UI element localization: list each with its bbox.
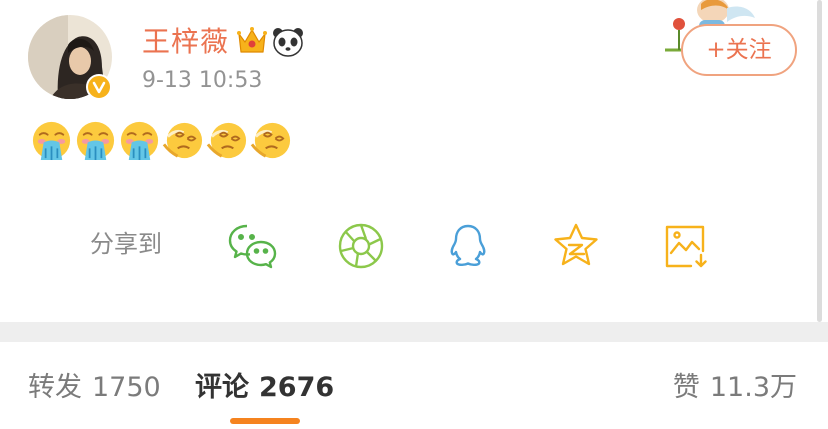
- tab-repost-label: 转发: [28, 372, 82, 403]
- tab-repost-count: 1750: [92, 372, 161, 403]
- vomit-emoji-icon: [120, 121, 159, 161]
- tab-comment-label: 评论: [195, 372, 249, 403]
- tab-comment-count: 2676: [259, 372, 335, 403]
- save-image-icon[interactable]: [661, 221, 711, 271]
- tab-like-label: 赞: [672, 372, 700, 403]
- active-tab-indicator: [230, 418, 300, 424]
- post-content: [30, 119, 293, 163]
- section-divider: [0, 322, 828, 342]
- share-label: 分享到: [90, 230, 162, 258]
- share-row: 分享到: [0, 215, 828, 275]
- wechat-icon[interactable]: [227, 221, 277, 271]
- weibo-post-page: 王梓薇 9-13 10:53 +关注 分享到 转发 1750 评论 2676 赞…: [0, 0, 828, 429]
- moments-icon[interactable]: [336, 221, 386, 271]
- tab-repost[interactable]: 转发 1750: [28, 369, 161, 407]
- tab-comment[interactable]: 评论 2676: [195, 369, 334, 407]
- vomit-emoji-icon: [32, 121, 71, 161]
- dizzy-emoji-icon: [162, 122, 203, 159]
- qzone-icon[interactable]: [551, 221, 601, 271]
- panda-icon: [273, 28, 303, 57]
- verified-badge-icon: [86, 74, 112, 100]
- tab-like-count: 11.3万: [709, 372, 797, 403]
- interaction-tabs: 转发 1750 评论 2676 赞 11.3万: [0, 342, 828, 429]
- user-badges: [236, 24, 306, 60]
- dizzy-emoji-icon: [250, 122, 291, 159]
- tab-like[interactable]: 赞 11.3万: [673, 369, 797, 407]
- vomit-emoji-icon: [76, 121, 115, 161]
- post-timestamp: 9-13 10:53: [142, 68, 263, 93]
- username[interactable]: 王梓薇: [142, 22, 229, 62]
- crown-icon: [237, 27, 267, 53]
- qq-icon[interactable]: [443, 221, 493, 271]
- follow-button[interactable]: +关注: [681, 24, 797, 76]
- dizzy-emoji-icon: [206, 122, 247, 159]
